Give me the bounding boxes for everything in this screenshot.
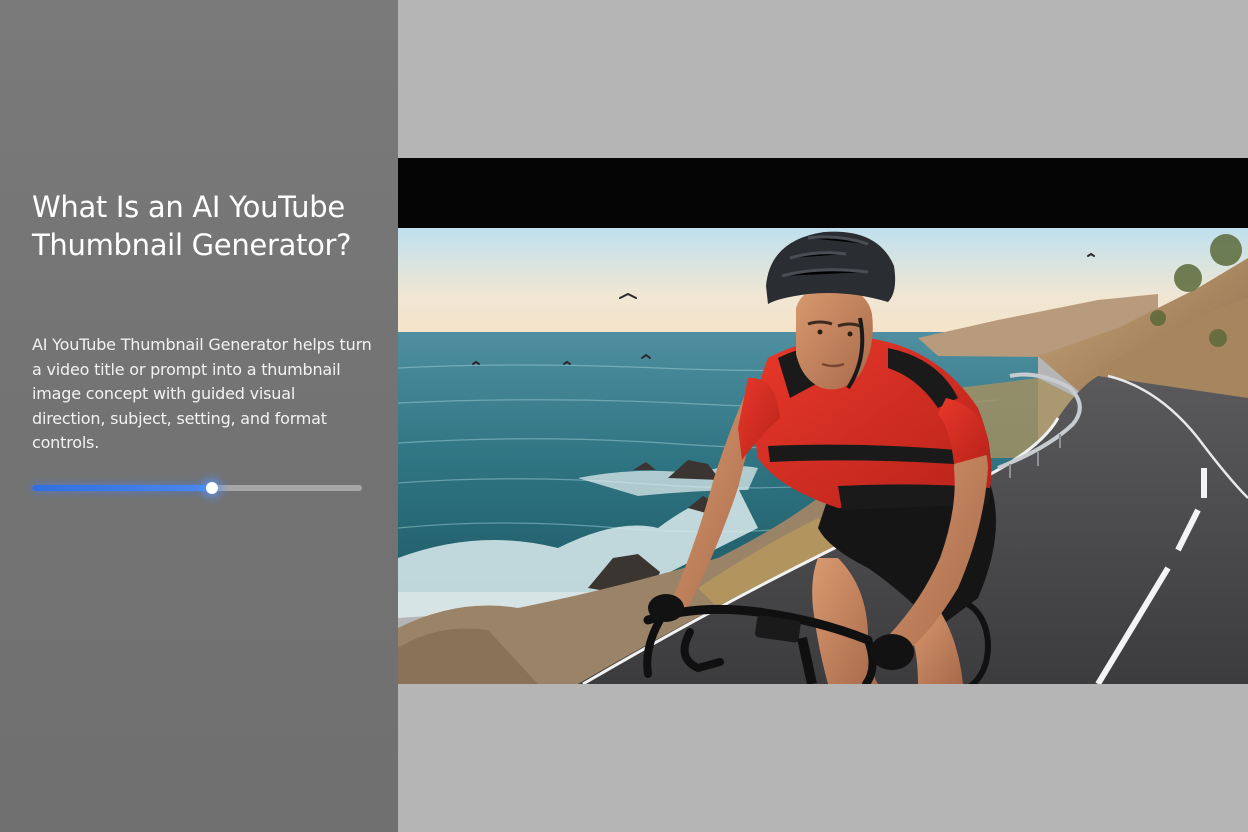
panel-description: AI YouTube Thumbnail Generator helps tur…: [32, 335, 372, 452]
progress-handle[interactable]: [205, 482, 218, 494]
preview-area: [398, 0, 1248, 832]
progress-fill: [32, 485, 212, 491]
panel-title: What Is an AI YouTube Thumbnail Generato…: [32, 190, 352, 262]
app-window: What Is an AI YouTube Thumbnail Generato…: [0, 0, 1248, 832]
thumbnail-preview-image: [398, 228, 1248, 684]
info-panel: What Is an AI YouTube Thumbnail Generato…: [0, 0, 398, 832]
cyclist-coastal-road-image: [398, 228, 1248, 684]
progress-slider[interactable]: [32, 482, 362, 494]
letterbox-bar: [398, 158, 1248, 228]
